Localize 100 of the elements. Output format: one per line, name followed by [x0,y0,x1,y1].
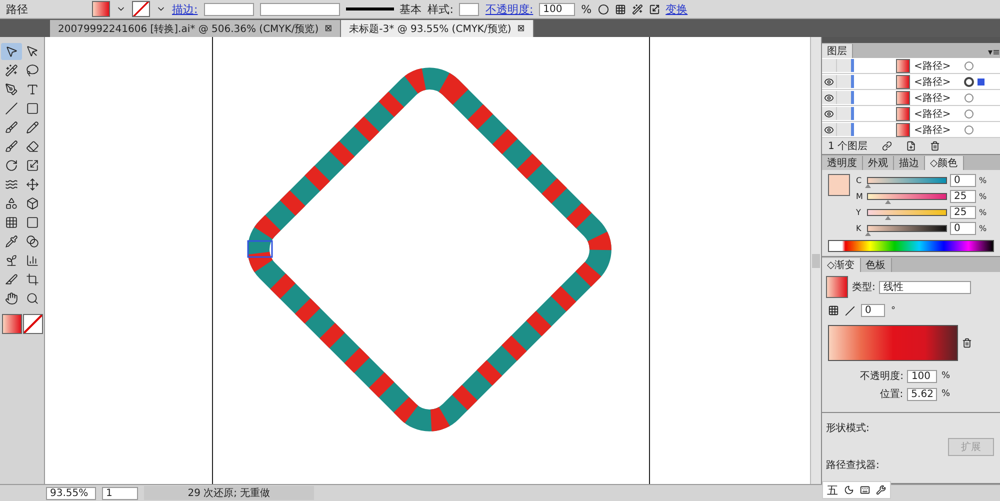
recolor-icon[interactable] [598,4,609,14]
ime-mode-label[interactable]: 五 [827,482,838,498]
layer-thumbnail [896,122,910,136]
opacity-link[interactable]: 不透明度: [485,2,534,16]
degree-label: ° [891,306,896,316]
delete-stop-icon[interactable] [962,338,972,348]
close-icon[interactable]: ⊠ [517,24,525,34]
color-preview[interactable] [828,174,850,196]
slider-thumb[interactable] [884,200,890,204]
lock-toggle[interactable] [837,59,854,72]
shape-modes-label: 形状模式: [826,422,870,435]
transform-icon[interactable] [648,4,660,14]
transform-link[interactable]: 变换 [666,2,688,16]
reverse-gradient-icon[interactable] [828,305,839,316]
layers-tab[interactable]: 图层 [822,44,853,58]
bar-chart-icon [26,254,39,267]
style-label: 样式: [428,2,454,16]
channel-value-field[interactable]: 25 [950,206,976,219]
panel-tab[interactable]: 透明度 [822,156,863,170]
color-spectrum[interactable] [828,240,994,252]
lock-toggle[interactable] [837,91,854,104]
scroll-thumb[interactable] [812,254,820,268]
status-field: 29 次还原; 无重做 [144,486,314,500]
gradient-ramp[interactable] [828,325,958,361]
panel-tab[interactable]: 描边 [894,156,925,170]
channel-value-field[interactable]: 0 [950,174,976,187]
lock-toggle[interactable] [837,123,854,136]
eye-icon [824,92,834,102]
brush-icon [5,140,18,153]
target-icon[interactable] [964,76,974,86]
stroke-line-icon [346,7,394,11]
channel-value-field[interactable]: 0 [950,222,976,235]
angle-icon [845,306,855,316]
slider-thumb[interactable] [865,232,871,236]
document-tab[interactable]: 未标题-3* @ 93.55% (CMYK/预览) ⊠ [341,20,534,37]
stroke-color-swatch[interactable] [22,314,42,334]
opacity-field[interactable]: 100 [907,370,938,382]
wrench-icon[interactable] [876,485,886,495]
line-icon [5,102,18,115]
eraser-icon [26,140,39,153]
link-icon[interactable] [882,141,892,151]
type-dropdown[interactable]: 线性 [879,280,972,294]
pointer-icon [5,45,18,58]
panel-tab[interactable]: 外观 [863,156,894,170]
eyedropper-icon [5,235,18,248]
visibility-toggle[interactable] [822,91,837,104]
angle-field[interactable]: 0 [861,304,885,317]
pointer-icon [26,45,39,58]
location-field[interactable]: 5.62 [907,388,938,400]
panel-tab[interactable]: ◇颜色 [925,156,964,170]
blend-icon [26,235,39,248]
slice-icon [5,273,18,286]
gradient-swatch[interactable] [826,276,848,298]
visibility-toggle[interactable] [822,107,837,120]
align-icon[interactable] [614,4,626,14]
tool-button[interactable] [1,43,22,60]
variable-width-field[interactable] [260,2,340,16]
layer-thumbnail [896,74,910,88]
delete-icon[interactable] [930,141,940,151]
channel-value-field[interactable]: 25 [950,190,976,203]
percent-label: % [979,208,987,217]
square-icon [26,102,39,115]
document-tab[interactable]: 20079992241606 [转换].ai* @ 506.36% (CMYK/预览) ⊠ [50,20,342,37]
select-similar-icon[interactable] [632,4,643,14]
crop-icon [26,273,39,286]
brush-icon [5,121,18,134]
fill-swatch[interactable] [92,1,110,17]
channel-label: Y [856,208,862,217]
layer-thumbnail [896,106,910,120]
pen-icon [5,83,18,96]
artboard-field[interactable]: 1 [102,486,138,500]
zoom-field[interactable]: 93.55% [46,486,96,500]
fill-color-swatch[interactable] [2,314,22,334]
lasso-icon [26,64,39,77]
percent-label: % [979,224,987,233]
panel-tab[interactable]: ◇渐变 [822,258,861,272]
visibility-toggle[interactable] [822,123,837,136]
visibility-toggle[interactable] [822,75,837,88]
opacity-field[interactable]: 100 [539,2,576,16]
layer-count: 1 个图层 [828,140,868,153]
zoom-icon [26,292,39,305]
eye-icon [824,124,834,134]
slider-thumb[interactable] [884,216,890,220]
new-sublayer-icon[interactable] [906,141,916,151]
scale-icon [26,159,39,172]
lock-toggle[interactable] [837,75,854,88]
keyboard-icon[interactable] [860,485,870,495]
stroke-weight-field[interactable] [204,2,254,16]
style-field[interactable] [459,2,480,16]
panel-menu-icon[interactable]: ▾≡ [988,48,1000,58]
visibility-toggle[interactable] [822,59,837,72]
close-icon[interactable]: ⊠ [324,24,332,34]
stroke-link[interactable]: 描边: [172,2,198,16]
moon-icon[interactable] [844,485,854,495]
stroke-swatch[interactable] [132,1,150,17]
move-icon [26,178,39,191]
panel-tab[interactable]: 色板 [860,258,892,272]
slider-thumb[interactable] [865,184,871,188]
type-label: 类型: [852,280,876,294]
lock-toggle[interactable] [837,107,854,120]
